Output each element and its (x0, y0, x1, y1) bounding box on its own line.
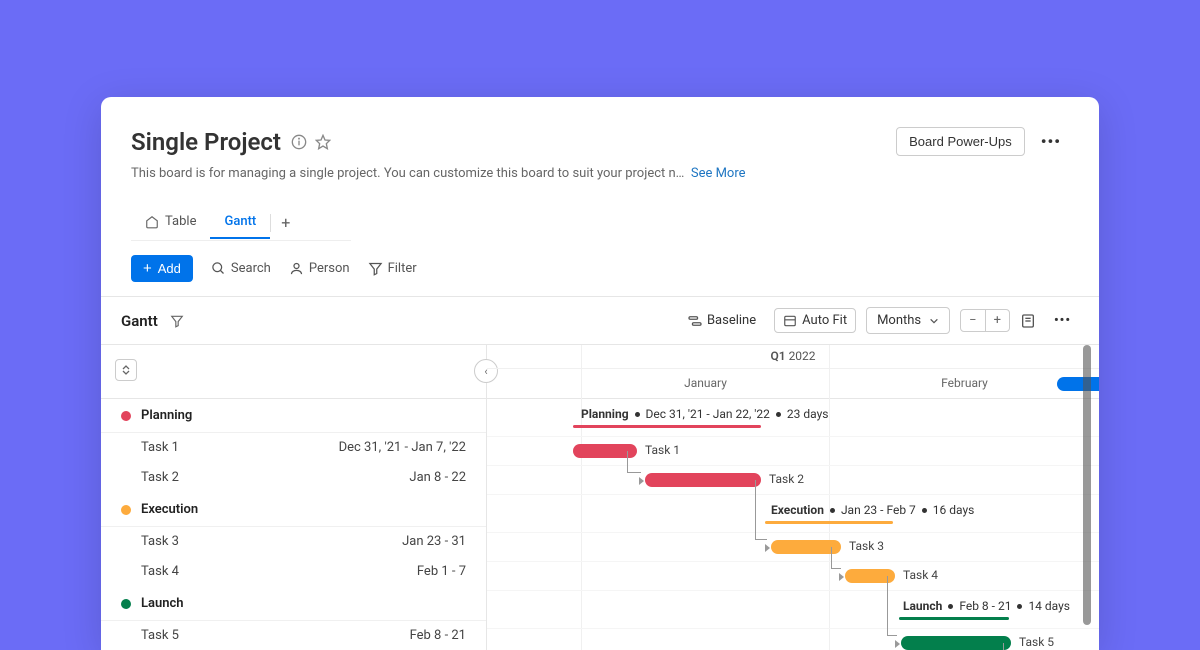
filter-button[interactable]: Filter (368, 261, 417, 276)
task-row[interactable]: Task 3Jan 23 - 31 (101, 527, 486, 557)
view-tabs: Table Gantt + (131, 205, 351, 241)
group-row-planning[interactable]: Planning (101, 399, 486, 433)
group-dot (121, 505, 131, 515)
home-icon (145, 215, 159, 229)
add-button[interactable]: +Add (131, 255, 193, 282)
chevron-down-icon (929, 316, 939, 326)
group-summary: ExecutionJan 23 - Feb 716 days (771, 503, 974, 517)
person-icon (289, 261, 304, 276)
tab-gantt[interactable]: Gantt (210, 206, 270, 239)
person-button[interactable]: Person (289, 261, 350, 276)
gantt-panel: Gantt Baseline Auto Fit Months −+ ••• ‹ (101, 296, 1099, 650)
zoom-in-button[interactable]: + (986, 310, 1009, 331)
star-icon[interactable] (315, 134, 331, 150)
scrollbar[interactable] (1083, 345, 1091, 625)
task-row[interactable]: Task 4Feb 1 - 7 (101, 557, 486, 587)
add-tab-button[interactable]: + (271, 205, 300, 240)
today-indicator (1057, 377, 1099, 391)
baseline-button[interactable]: Baseline (680, 309, 764, 332)
autofit-button[interactable]: Auto Fit (774, 308, 856, 333)
group-summary: LaunchFeb 8 - 2114 days (903, 599, 1070, 613)
group-row-launch[interactable]: Launch (101, 587, 486, 621)
gantt-more-icon[interactable]: ••• (1046, 309, 1079, 332)
group-dot (121, 599, 131, 609)
zoom-controls: −+ (960, 309, 1010, 332)
power-ups-button[interactable]: Board Power-Ups (896, 127, 1025, 156)
filter-icon (368, 261, 383, 276)
see-more-link[interactable]: See More (691, 166, 746, 181)
board-description: This board is for managing a single proj… (131, 166, 1069, 181)
gantt-task-list: ‹ Planning Task 1Dec 31, '21 - Jan 7, '2… (101, 345, 487, 650)
quarter-label: Q1 2022 (487, 345, 1099, 369)
task-row[interactable]: Task 1Dec 31, '21 - Jan 7, '22 (101, 433, 486, 463)
more-icon[interactable]: ••• (1033, 128, 1069, 155)
gantt-title: Gantt (121, 312, 158, 330)
baseline-icon (688, 315, 702, 327)
group-dot (121, 411, 131, 421)
filter-icon[interactable] (170, 314, 184, 328)
search-icon (211, 261, 226, 276)
board-toolbar: +Add Search Person Filter (101, 241, 1099, 296)
task-row[interactable]: Task 5Feb 8 - 21 (101, 621, 486, 650)
expand-all-button[interactable] (115, 359, 137, 381)
month-label: January (581, 369, 829, 398)
board-card: Single Project Board Power-Ups ••• This … (101, 97, 1099, 650)
group-row-execution[interactable]: Execution (101, 493, 486, 527)
autofit-icon (783, 314, 797, 328)
info-icon[interactable] (291, 134, 307, 150)
board-title: Single Project (131, 128, 281, 156)
search-button[interactable]: Search (211, 261, 271, 276)
gantt-timeline[interactable]: Q1 2022 January February PlanningDec 31,… (487, 345, 1099, 650)
export-icon[interactable] (1020, 313, 1036, 329)
gantt-bar[interactable]: Task 5 (901, 636, 1011, 650)
group-summary: PlanningDec 31, '21 - Jan 22, '2223 days (581, 407, 828, 421)
zoom-out-button[interactable]: − (961, 310, 985, 331)
task-row[interactable]: Task 2Jan 8 - 22 (101, 463, 486, 493)
tab-table[interactable]: Table (131, 206, 210, 239)
board-header: Single Project Board Power-Ups ••• This … (101, 127, 1099, 193)
zoom-select[interactable]: Months (866, 307, 950, 334)
gantt-bar[interactable]: Task 2 (645, 473, 761, 487)
